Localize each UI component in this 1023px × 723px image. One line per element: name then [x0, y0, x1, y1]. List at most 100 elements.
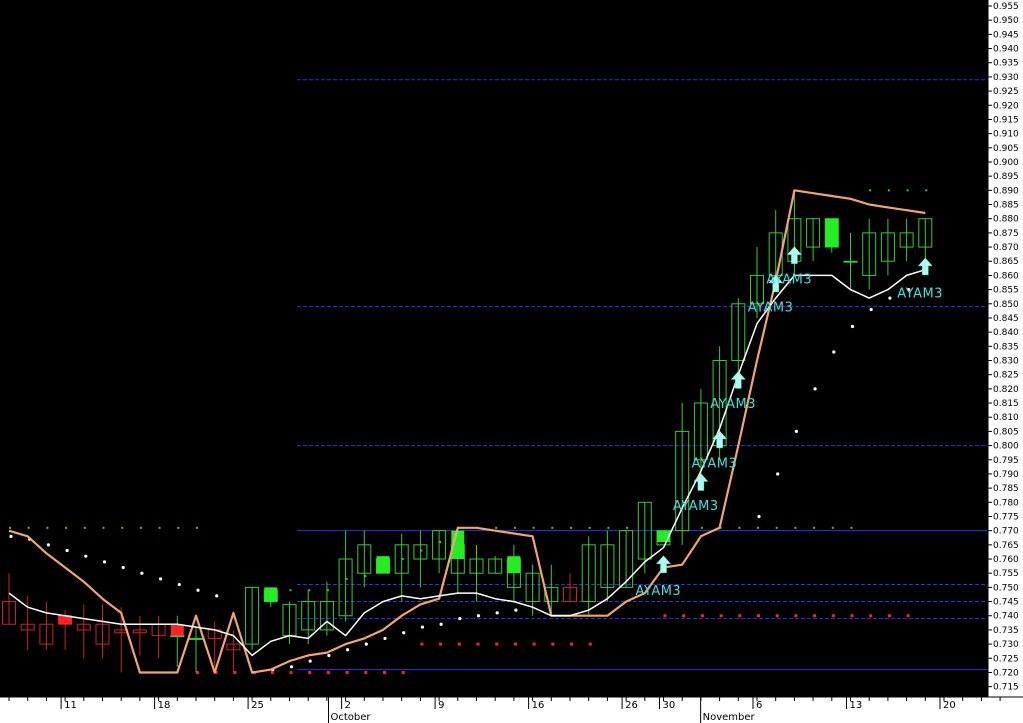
- green-dot: [177, 526, 180, 529]
- y-tick-label: 0.735: [993, 626, 1019, 636]
- y-tick-label: 0.855: [993, 286, 1019, 296]
- y-tick-label: 0.775: [993, 512, 1019, 522]
- x-day-label: 13: [850, 700, 863, 711]
- red-dot: [850, 614, 854, 618]
- strong-up-body: [507, 556, 521, 574]
- white-dot: [65, 548, 69, 553]
- y-tick-label: 0.930: [993, 73, 1019, 83]
- y-tick-label: 0.765: [993, 541, 1019, 551]
- y-tick-label: 0.875: [993, 229, 1019, 239]
- y-tick-label: 0.835: [993, 342, 1019, 352]
- signal-label: AYAM3: [710, 397, 756, 412]
- green-dot: [551, 526, 554, 529]
- white-dot: [832, 350, 836, 354]
- white-dot: [327, 653, 331, 658]
- white-dot: [177, 582, 181, 587]
- y-tick-label: 0.845: [993, 314, 1019, 324]
- red-dot: [719, 614, 723, 618]
- y-tick-label: 0.715: [993, 683, 1019, 693]
- white-dot: [850, 324, 855, 329]
- y-tick-label: 0.800: [993, 442, 1019, 452]
- signal-label: AYAM3: [897, 286, 943, 301]
- y-tick-label: 0.850: [993, 300, 1019, 310]
- y-tick-label: 0.920: [993, 101, 1019, 111]
- signal-label: AYAM3: [748, 301, 794, 316]
- y-tick-label: 0.905: [993, 144, 1019, 154]
- candlestick-chart: AYAM3 AYAM3 AYAM3 AYAM3 AYAM3 AYAM3 AYAM3 0.95…: [0, 0, 1023, 723]
- red-dot: [794, 614, 798, 618]
- red-dot: [813, 614, 817, 618]
- y-tick-label: 0.895: [993, 172, 1019, 182]
- red-dot: [831, 614, 835, 618]
- red-dot: [513, 642, 517, 646]
- red-dot: [383, 670, 386, 674]
- signal-label: AYAM3: [692, 457, 738, 472]
- y-tick-label: 0.945: [993, 30, 1019, 40]
- green-dot: [738, 526, 741, 529]
- red-dot: [401, 670, 405, 674]
- red-dot: [457, 642, 461, 646]
- green-dot: [102, 526, 105, 529]
- red-dot: [345, 670, 349, 674]
- y-tick-label: 0.755: [993, 569, 1019, 579]
- price-axis: 0.955 0.950 0.945 0.940 0.935 0.930 0.925 0.920…: [987, 0, 1023, 723]
- strong-up-body: [264, 587, 278, 602]
- green-dot: [869, 189, 872, 192]
- x-month-label: October: [331, 712, 372, 723]
- white-dot: [346, 648, 350, 652]
- green-dot: [27, 526, 30, 529]
- red-dot: [551, 642, 555, 646]
- signal-label: AYAM3: [636, 584, 682, 599]
- y-tick-label: 0.780: [993, 498, 1019, 508]
- y-tick-label: 0.900: [993, 158, 1019, 168]
- green-dot: [757, 526, 759, 529]
- white-dot: [46, 543, 51, 547]
- y-tick-label: 0.730: [993, 640, 1019, 650]
- green-dot: [607, 526, 610, 529]
- x-day-label: 18: [158, 700, 171, 711]
- green-dot: [532, 526, 535, 529]
- y-tick-label: 0.925: [993, 87, 1019, 97]
- white-dot: [514, 608, 518, 612]
- y-tick-label: 0.890: [993, 186, 1019, 196]
- red-dot: [775, 614, 779, 618]
- y-tick-label: 0.805: [993, 427, 1019, 437]
- y-tick-label: 0.955: [993, 2, 1019, 12]
- white-dot: [215, 594, 219, 598]
- y-tick-label: 0.885: [993, 201, 1019, 211]
- red-dot: [270, 670, 274, 674]
- x-day-label: 30: [663, 700, 676, 711]
- y-tick-label: 0.725: [993, 654, 1019, 664]
- y-tick-label: 0.825: [993, 371, 1019, 381]
- white-dot: [289, 665, 294, 669]
- strong-up-body: [376, 556, 390, 574]
- green-dot: [813, 526, 816, 529]
- white-dot: [495, 611, 499, 615]
- green-dot: [513, 526, 516, 529]
- red-dot: [700, 614, 704, 618]
- y-tick-label: 0.865: [993, 257, 1019, 267]
- y-tick-label: 0.940: [993, 45, 1019, 55]
- red-dot: [906, 614, 910, 618]
- y-tick-label: 0.740: [993, 612, 1019, 622]
- time-axis: 11 18 25 2 9 16 26 30 6 13 20 October November: [0, 696, 1023, 723]
- candle-body: [170, 635, 185, 638]
- white-dot: [196, 588, 200, 592]
- white-dot: [439, 622, 443, 626]
- strong-up-body: [825, 218, 839, 248]
- y-tick-label: 0.770: [993, 527, 1019, 537]
- candle-body: [189, 637, 203, 640]
- red-dot: [420, 642, 424, 646]
- red-dot: [495, 642, 499, 646]
- y-tick-label: 0.720: [993, 668, 1019, 678]
- y-tick-label: 0.745: [993, 598, 1019, 608]
- green-dot: [289, 589, 292, 592]
- green-dot: [65, 526, 68, 529]
- signal-label: AYAM3: [766, 272, 812, 287]
- x-day-label: 11: [64, 700, 77, 711]
- strong-down-body: [170, 624, 184, 636]
- green-dot: [887, 189, 890, 192]
- white-dot: [888, 296, 892, 300]
- red-dot: [439, 642, 443, 646]
- y-tick-label: 0.760: [993, 555, 1019, 565]
